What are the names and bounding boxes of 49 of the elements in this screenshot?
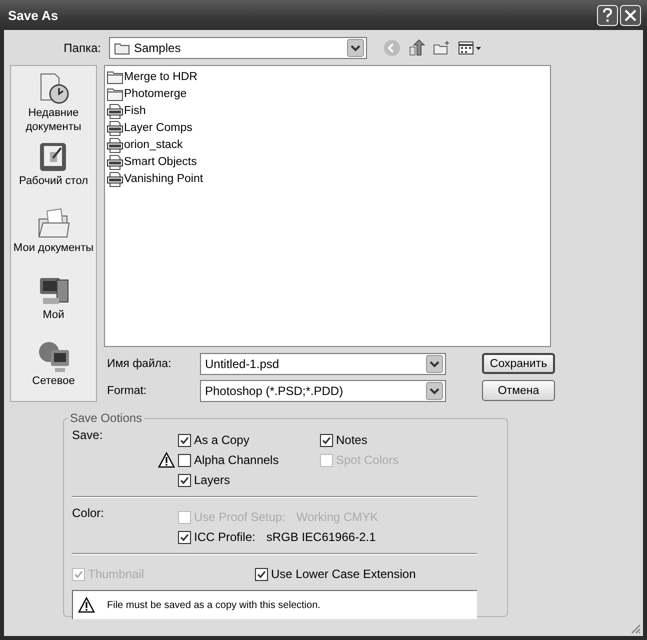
place-label[interactable]: Недавние документы	[18, 106, 88, 134]
resize-grip-icon[interactable]	[629, 622, 641, 634]
file-item[interactable]: orion_stack	[107, 137, 183, 153]
checkbox[interactable]	[255, 568, 268, 580]
up-folder-icon[interactable]	[408, 39, 426, 57]
folder-label: Папка:	[62, 41, 101, 55]
checkbox-label: Layers	[194, 473, 230, 487]
checkbox[interactable]	[178, 454, 191, 466]
folder-dropdown[interactable]: Samples	[109, 37, 367, 59]
checkbox[interactable]	[178, 434, 191, 446]
help-icon[interactable]	[597, 4, 618, 26]
place-label[interactable]: Мои документы	[13, 240, 94, 255]
checkbox-label: Notes	[336, 433, 368, 447]
close-icon[interactable]	[620, 4, 641, 26]
checkbox[interactable]	[178, 474, 191, 486]
view-menu-icon[interactable]	[458, 40, 482, 56]
checkbox[interactable]	[178, 530, 191, 544]
format-dropdown[interactable]: Photoshop (*.PSD;*.PDD)	[200, 380, 446, 402]
file-name-field[interactable]: Untitled-1.psd	[200, 352, 446, 374]
file-item[interactable]: Vanishing Point	[107, 171, 204, 187]
file-item[interactable]: Fish	[107, 103, 146, 119]
format-label: Format:	[106, 384, 148, 396]
file-item[interactable]: Merge to HDR	[107, 69, 198, 85]
globe-computer-icon[interactable]	[36, 340, 70, 374]
place-label[interactable]: Рабочий стол	[18, 174, 88, 188]
folder-icon	[107, 87, 123, 101]
place-label[interactable]: Сетевое	[32, 374, 75, 388]
file-item[interactable]: Layer Comps	[107, 120, 192, 136]
color-label: Color:	[72, 506, 106, 522]
folder-icon	[107, 70, 123, 84]
folder-icon	[114, 42, 130, 54]
message-text: File must be saved as a copy with this selection.	[107, 600, 320, 610]
save-label: Save:	[72, 428, 104, 444]
checkbox-label: Alpha Channels	[194, 453, 279, 467]
warning-icon	[78, 597, 95, 613]
group-title: Save Ootions	[68, 411, 144, 425]
window-title: Save As	[8, 8, 58, 22]
new-folder-icon[interactable]	[433, 40, 451, 56]
place-label[interactable]: Мой	[42, 308, 64, 322]
file-item[interactable]: Smart Objects	[107, 154, 197, 170]
file-name-label: Имя файла:	[106, 358, 172, 370]
option-value: sRGB IEC61966-2.1	[266, 530, 376, 544]
cancel-button[interactable]: Отмена	[482, 380, 555, 401]
file-item[interactable]: Photomerge	[107, 86, 187, 102]
checkbox[interactable]	[320, 434, 333, 446]
checkbox-label: As a Copy	[194, 433, 250, 447]
checkbox-label: Use Lower Case Extension	[271, 567, 416, 581]
save-button[interactable]: Сохранить	[482, 353, 555, 374]
checkbox-label: ICC Profile:	[194, 530, 256, 544]
